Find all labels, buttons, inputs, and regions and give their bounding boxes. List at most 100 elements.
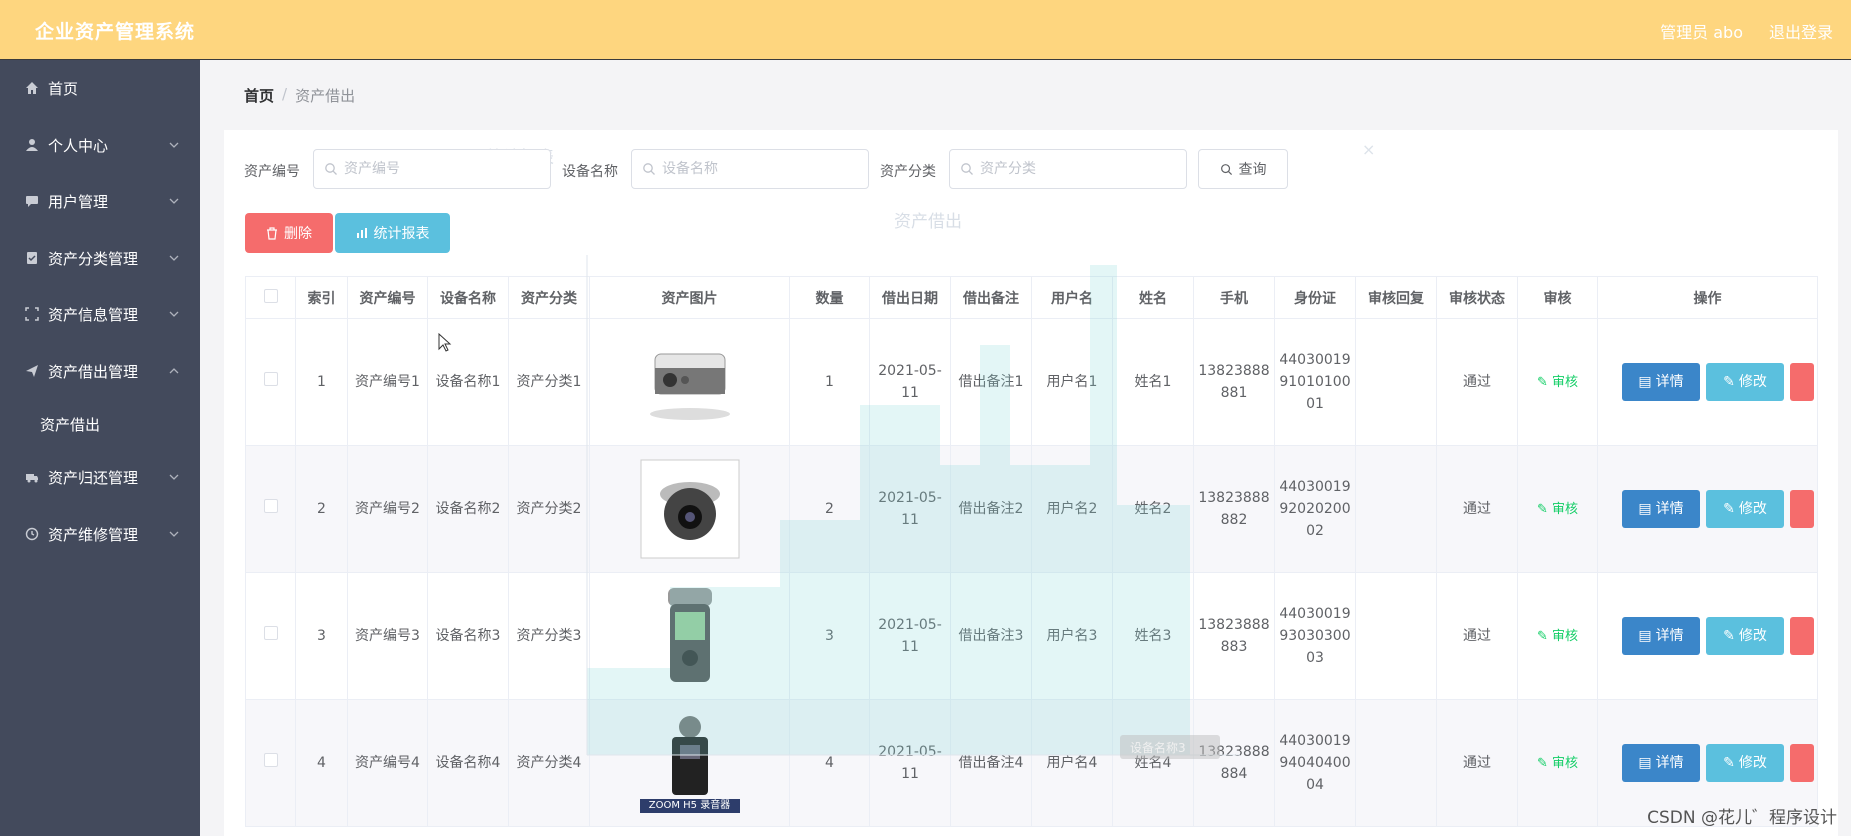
detail-button[interactable]: ▤ 详情 xyxy=(1622,490,1700,528)
sidebar-subitem-asset-lending[interactable]: 资产借出 xyxy=(0,399,200,449)
edit-icon: ✎ xyxy=(1723,374,1735,390)
cell-name: 姓名2 xyxy=(1112,445,1194,573)
edit-label: 修改 xyxy=(1738,628,1767,644)
cell-audit: ✎ 审核 xyxy=(1517,318,1598,446)
admin-label: 管理员 abo xyxy=(1660,23,1743,42)
cell-device: 设备名称4 xyxy=(427,699,509,827)
tag-icon xyxy=(24,250,40,266)
sidebar-item-personal-center[interactable]: 个人中心 xyxy=(0,117,200,173)
sidebar-item-label: 个人中心 xyxy=(48,136,109,155)
image-caption: ZOOM H5 录音器 xyxy=(639,799,740,813)
row-delete-button[interactable] xyxy=(1790,617,1814,655)
column-header: 审核状态 xyxy=(1436,276,1518,319)
cell-username: 用户名3 xyxy=(1031,572,1113,700)
cell-status: 通过 xyxy=(1436,318,1518,446)
edit-label: 修改 xyxy=(1738,374,1767,390)
row-select-cell[interactable] xyxy=(245,445,296,573)
edit-button[interactable]: ✎ 修改 xyxy=(1706,363,1784,401)
row-delete-button[interactable] xyxy=(1790,363,1814,401)
cell-username: 用户名1 xyxy=(1031,318,1113,446)
device-name-input[interactable] xyxy=(631,149,869,189)
sidebar-item-home[interactable]: 首页 xyxy=(0,60,200,116)
cell-device: 设备名称3 xyxy=(427,572,509,700)
chevron-down-icon xyxy=(169,142,179,148)
delete-button[interactable]: 删除 xyxy=(245,213,333,253)
sidebar-item-asset-return-management[interactable]: 资产归还管理 xyxy=(0,449,200,505)
edit-button[interactable]: ✎ 修改 xyxy=(1706,617,1784,655)
sidebar-item-asset-info-management[interactable]: 资产信息管理 xyxy=(0,286,200,342)
row-checkbox[interactable] xyxy=(263,499,278,513)
sidebar-item-label: 资产借出管理 xyxy=(48,362,139,381)
sidebar-item-label: 首页 xyxy=(48,79,79,98)
audit-label: 审核 xyxy=(1552,501,1579,517)
cell-category: 资产分类3 xyxy=(508,572,590,700)
asset-no-input[interactable] xyxy=(313,149,551,189)
audit-link[interactable]: ✎ 审核 xyxy=(1537,502,1578,517)
edit-button[interactable]: ✎ 修改 xyxy=(1706,744,1784,782)
edit-button[interactable]: ✎ 修改 xyxy=(1706,490,1784,528)
category-input[interactable] xyxy=(949,149,1187,189)
cell-asset-image xyxy=(589,445,790,573)
cell-asset-no: 资产编号1 xyxy=(347,318,428,446)
cell-index: 4 xyxy=(295,699,348,827)
detail-icon: ▤ xyxy=(1638,374,1652,390)
device-name-label: 设备名称 xyxy=(562,164,618,180)
audit-link[interactable]: ✎ 审核 xyxy=(1537,375,1578,390)
sidebar-item-category-management[interactable]: 资产分类管理 xyxy=(0,230,200,286)
detail-button[interactable]: ▤ 详情 xyxy=(1622,617,1700,655)
detail-button[interactable]: ▤ 详情 xyxy=(1622,363,1700,401)
row-select-cell[interactable] xyxy=(245,699,296,827)
select-all-checkbox[interactable] xyxy=(263,288,278,303)
column-header: 索引 xyxy=(295,276,348,319)
chevron-down-icon xyxy=(169,255,179,261)
cell-date: 2021-05-11 xyxy=(869,572,951,700)
audit-link[interactable]: ✎ 审核 xyxy=(1537,756,1578,771)
report-button[interactable]: 统计报表 xyxy=(335,213,450,253)
row-checkbox[interactable] xyxy=(263,626,278,640)
sidebar-item-asset-maintenance-management[interactable]: 资产维修管理 xyxy=(0,506,200,562)
cell-audit: ✎ 审核 xyxy=(1517,699,1598,827)
cell-asset-image: ZOOM H5 录音器 xyxy=(589,699,790,827)
search-icon xyxy=(961,163,973,175)
column-header: 操作 xyxy=(1597,276,1818,319)
close-icon[interactable]: × xyxy=(1362,140,1375,159)
column-header: 数量 xyxy=(789,276,870,319)
chat-icon xyxy=(24,193,40,209)
row-select-cell[interactable] xyxy=(245,572,296,700)
audit-link[interactable]: ✎ 审核 xyxy=(1537,629,1578,644)
edit-icon: ✎ xyxy=(1723,501,1735,517)
row-delete-button[interactable] xyxy=(1790,744,1814,782)
cell-note: 借出备注1 xyxy=(950,318,1032,446)
cell-name: 姓名4 xyxy=(1112,699,1194,827)
dome-camera-image xyxy=(640,459,739,559)
search-icon xyxy=(325,163,337,175)
column-header: 用户名 xyxy=(1031,276,1113,319)
cell-asset-no: 资产编号2 xyxy=(347,445,428,573)
detail-icon: ▤ xyxy=(1638,755,1652,771)
logout-link[interactable]: 退出登录 xyxy=(1769,19,1833,43)
row-checkbox[interactable] xyxy=(263,372,278,386)
cell-id: 440300199404040004 xyxy=(1274,699,1356,827)
cell-index: 2 xyxy=(295,445,348,573)
column-header: 审核 xyxy=(1517,276,1598,319)
cell-qty: 3 xyxy=(789,572,870,700)
table-row: 1 资产编号1 设备名称1 资产分类1 1 2021-05-11 借出备注1 用… xyxy=(245,318,1818,446)
zoom-recorder-image xyxy=(639,716,740,813)
cell-reply xyxy=(1355,445,1437,573)
sidebar-item-label: 资产归还管理 xyxy=(48,468,139,487)
query-button[interactable]: 查询 xyxy=(1198,149,1288,189)
cell-status: 通过 xyxy=(1436,445,1518,573)
detail-button[interactable]: ▤ 详情 xyxy=(1622,744,1700,782)
row-checkbox[interactable] xyxy=(263,753,278,767)
select-all-header[interactable] xyxy=(245,276,296,319)
sidebar-item-asset-lending-management[interactable]: 资产借出管理 xyxy=(0,343,200,399)
breadcrumb-home[interactable]: 首页 xyxy=(244,85,274,106)
row-select-cell[interactable] xyxy=(245,318,296,446)
cell-name: 姓名1 xyxy=(1112,318,1194,446)
row-delete-button[interactable] xyxy=(1790,490,1814,528)
cell-ops: ▤ 详情 ✎ 修改 xyxy=(1597,318,1818,446)
cell-qty: 1 xyxy=(789,318,870,446)
sidebar-item-user-management[interactable]: 用户管理 xyxy=(0,173,200,229)
top-bar: 企业资产管理系统 管理员 abo 退出登录 xyxy=(0,0,1851,60)
user-icon xyxy=(24,137,40,153)
